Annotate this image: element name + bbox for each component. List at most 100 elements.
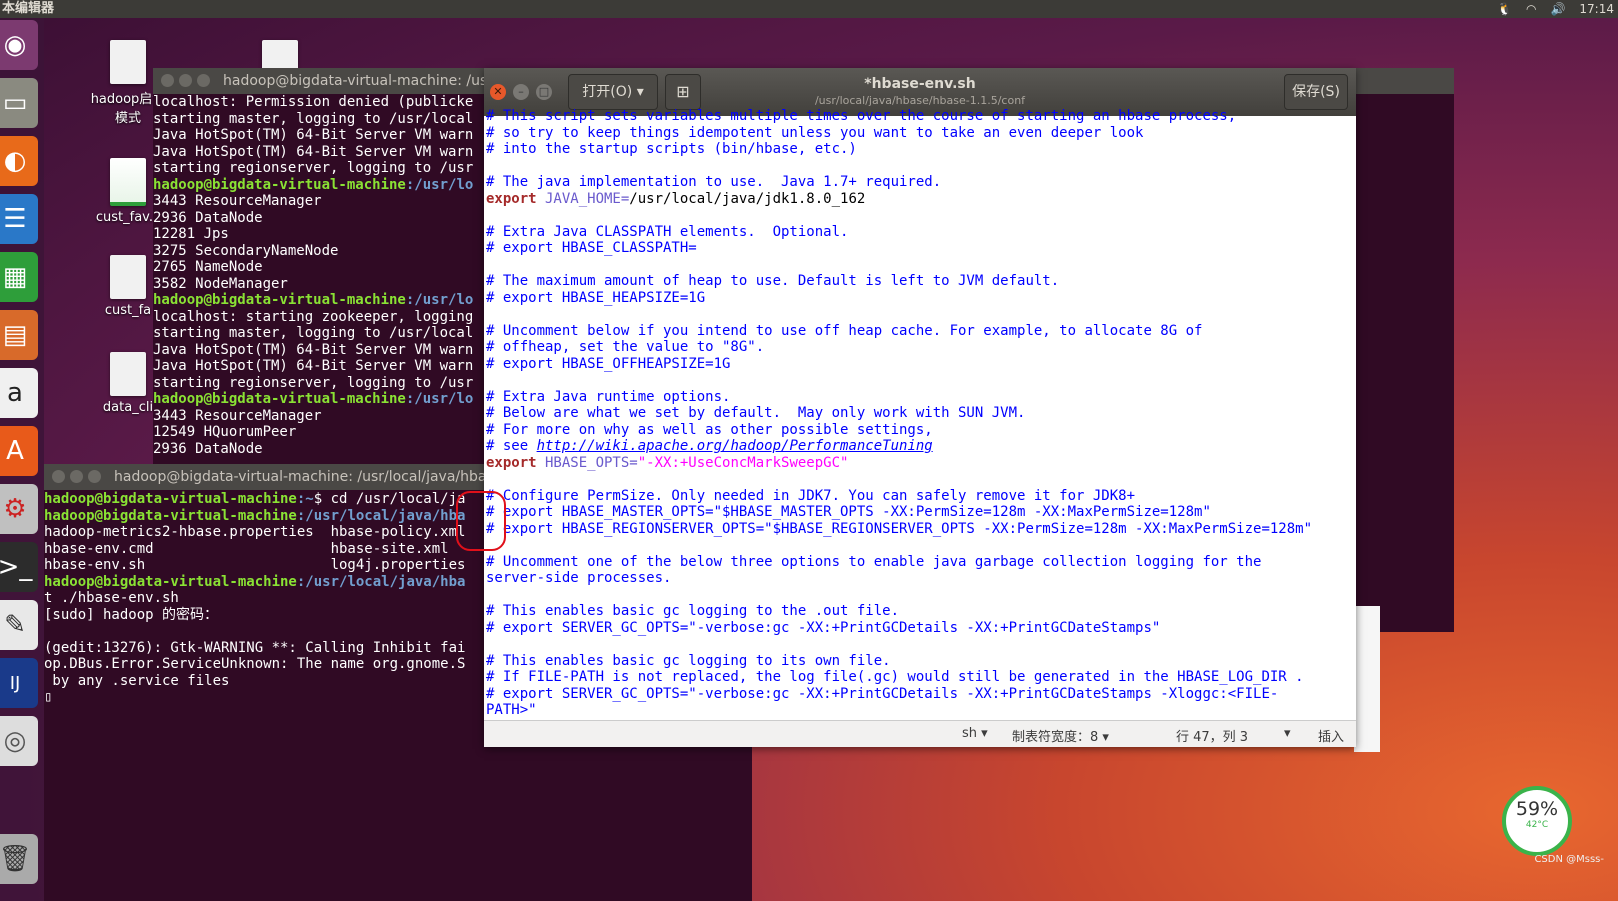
chevron-down-icon[interactable]: ▾	[1284, 726, 1291, 741]
editor-text-area[interactable]: # This script sets variables multiple ti…	[484, 108, 1356, 720]
code-line: # This enables basic gc logging to its o…	[486, 652, 891, 669]
terminal-line: localhost: starting zookeeper, logging	[153, 308, 474, 325]
top-panel: 本编辑器 🐧 ◠ 🔊 17:14	[0, 0, 1618, 18]
volume-icon[interactable]: 🔊	[1550, 2, 1565, 16]
spreadsheet-icon	[110, 158, 146, 206]
code-line: # Uncomment one of the below three optio…	[486, 553, 1262, 570]
text-editor-icon[interactable]: ✎	[0, 600, 38, 650]
terminal-window-1[interactable]: hadoop@bigdata-virtual-machine: /us loca…	[153, 68, 493, 464]
terminal-line: Java HotSpot(TM) 64-Bit Server VM warn	[153, 341, 474, 358]
terminal-line: starting regionserver, logging to /usr	[153, 374, 474, 391]
impress-icon[interactable]: ▤	[0, 310, 38, 360]
terminal-line: Java HotSpot(TM) 64-Bit Server VM warn	[153, 127, 474, 143]
gauge-percent: 59%	[1515, 798, 1559, 820]
tab-width-selector[interactable]: 制表符宽度：8 ▾	[1012, 726, 1109, 745]
watermark: CSDN @Msss-	[1534, 854, 1604, 865]
code-line: # This enables basic gc logging to the .…	[486, 603, 900, 619]
wifi-icon[interactable]: ◠	[1526, 2, 1536, 16]
code-line: # offheap, set the value to "8G".	[486, 339, 765, 355]
code-line: # Below are what we set by default. May …	[486, 405, 1026, 421]
terminal-line: starting master, logging to /usr/local	[153, 325, 474, 341]
code-line: # The maximum amount of heap to use. Def…	[486, 273, 1060, 289]
document-path: /usr/local/java/hbase/hbase-1.1.5/conf	[814, 94, 1026, 107]
gedit-window[interactable]: ✕ – □ 打开(O) ▾ ⊞ *hbase-env.sh /usr/local…	[484, 68, 1356, 747]
terminal-line: Java HotSpot(TM) 64-Bit Server VM warn	[153, 143, 474, 160]
code-line: # This script sets variables multiple ti…	[486, 108, 1237, 124]
terminal-line: starting regionserver, logging to /usr	[153, 160, 474, 176]
terminal-line: 2936 DataNode	[153, 209, 263, 226]
code-line: export JAVA_HOME=/usr/local/java/jdk1.8.…	[486, 190, 866, 207]
document-title: *hbase-env.sh	[864, 76, 976, 92]
code-line: # Uncomment below if you intend to use o…	[486, 322, 1203, 339]
gauge-temperature: 42°C	[1525, 820, 1549, 830]
terminal-icon[interactable]: >_	[0, 542, 38, 592]
terminal-line: 3275 SecondaryNameNode	[153, 242, 339, 259]
clock[interactable]: 17:14	[1579, 2, 1614, 16]
code-line: # export SERVER_GC_OPTS="-verbose:gc -XX…	[486, 685, 1279, 702]
system-tray: 🐧 ◠ 🔊 17:14	[1497, 0, 1614, 18]
amazon-icon[interactable]: a	[0, 368, 38, 418]
code-line: # into the startup scripts (bin/hbase, e…	[486, 141, 857, 157]
code-line: # see http://wiki.apache.org/hadoop/Perf…	[486, 438, 933, 454]
terminal-line: 12281 Jps	[153, 226, 229, 242]
language-selector[interactable]: sh ▾	[962, 726, 988, 741]
maximize-icon[interactable]	[197, 74, 210, 87]
software-center-icon[interactable]: A	[0, 426, 38, 476]
code-line: # The java implementation to use. Java 1…	[486, 174, 942, 190]
code-line: # export HBASE_HEAPSIZE=1G	[486, 289, 706, 306]
code-line: export HBASE_OPTS="-XX:+UseConcMarkSweep…	[486, 454, 849, 471]
code-line: # If FILE-PATH is not replaced, the log …	[486, 669, 1304, 685]
terminal-titlebar[interactable]: hadoop@bigdata-virtual-machine: /us	[153, 68, 493, 94]
dvd-icon[interactable]: ◎	[0, 716, 38, 766]
red-annotation-circle	[456, 491, 506, 551]
background-window	[1354, 606, 1380, 752]
terminal-line: 3443 ResourceManager	[153, 407, 322, 424]
terminal-line: 3443 ResourceManager	[153, 193, 322, 209]
terminal-title: hadoop@bigdata-virtual-machine: /us	[223, 73, 488, 89]
firefox-icon[interactable]: ◐	[0, 136, 38, 186]
code-line: # export HBASE_REGIONSERVER_OPTS="$HBASE…	[486, 520, 1313, 537]
intellij-icon[interactable]: IJ	[0, 658, 38, 708]
close-icon[interactable]	[52, 470, 65, 483]
close-icon[interactable]	[161, 74, 174, 87]
code-line: # export SERVER_GC_OPTS="-verbose:gc -XX…	[486, 619, 1161, 636]
cpu-gauge-widget[interactable]: 59% 42°C	[1502, 786, 1572, 856]
penguin-icon[interactable]: 🐧	[1497, 2, 1512, 16]
code-line: # export HBASE_CLASSPATH=	[486, 240, 697, 256]
document-icon	[110, 352, 146, 396]
writer-icon[interactable]: ☰	[0, 194, 38, 244]
app-title: 本编辑器	[2, 1, 55, 16]
calc-icon[interactable]: ▦	[0, 252, 38, 302]
code-line: # For more on why as well as other possi…	[486, 421, 933, 438]
minimize-icon[interactable]	[70, 470, 83, 483]
files-icon[interactable]: ▭	[0, 78, 38, 128]
terminal-line: 12549 HQuorumPeer	[153, 424, 297, 440]
code-line: # Configure PermSize. Only needed in JDK…	[486, 487, 1136, 504]
cursor-position[interactable]: 行 47，列 3	[1176, 726, 1248, 745]
terminal-output: localhost: Permission denied (publicke st…	[153, 94, 493, 457]
code-line: # so try to keep things idempotent unles…	[486, 124, 1144, 141]
terminal-line: hadoop@bigdata-virtual-machine:/usr/lo	[153, 391, 474, 407]
launcher: ◉ ▭ ◐ ☰ ▦ ▤ a A ⚙ >_ ✎ IJ ◎ 🗑	[0, 18, 44, 901]
save-button[interactable]: 保存(S)	[1284, 74, 1348, 110]
dash-icon[interactable]: ◉	[0, 20, 38, 70]
status-bar: sh ▾ 制表符宽度：8 ▾ 行 47，列 3 ▾ 插入	[484, 720, 1356, 747]
code-line: PATH>"	[486, 702, 537, 718]
settings-icon[interactable]: ⚙	[0, 484, 38, 534]
terminal-line: Java HotSpot(TM) 64-Bit Server VM warn	[153, 358, 474, 374]
terminal-line: 3582 NodeManager	[153, 275, 288, 292]
document-icon	[110, 255, 146, 299]
maximize-icon[interactable]	[88, 470, 101, 483]
trash-icon[interactable]: 🗑	[0, 834, 38, 884]
document-icon	[110, 40, 146, 84]
minimize-icon[interactable]	[179, 74, 192, 87]
terminal-line: hadoop@bigdata-virtual-machine:/usr/lo	[153, 176, 474, 193]
